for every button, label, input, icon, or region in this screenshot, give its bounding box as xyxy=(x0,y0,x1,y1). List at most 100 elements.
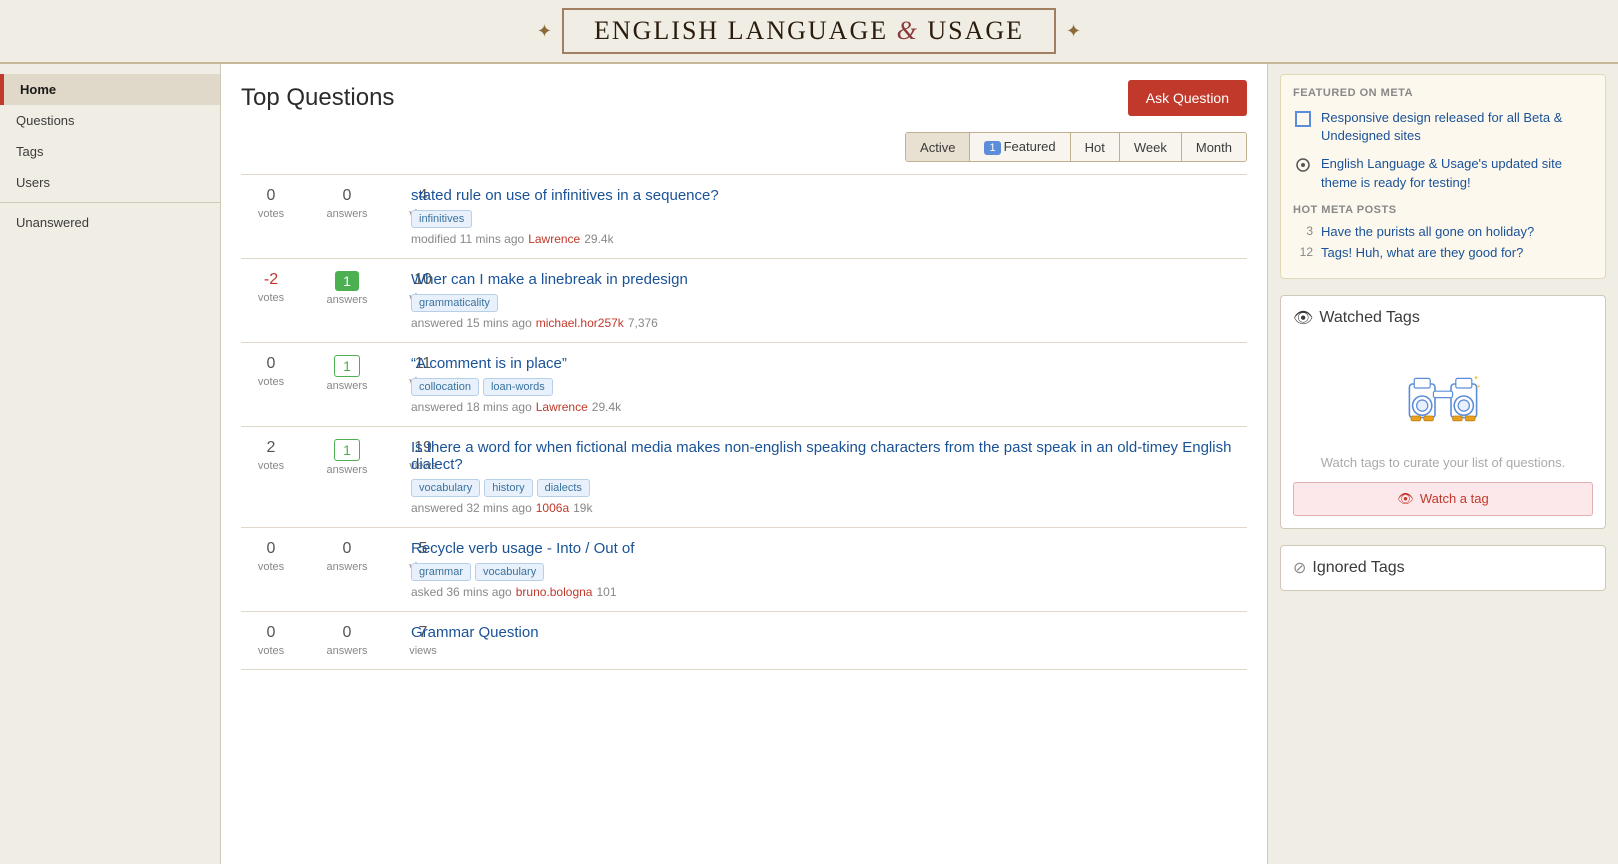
question-item: 0 votes 1 answers 11 views “A comment is… xyxy=(241,343,1247,427)
tab-hot[interactable]: Hot xyxy=(1071,133,1120,161)
user-rep: 7,376 xyxy=(628,316,658,330)
answers-label: answers xyxy=(327,294,368,306)
answer-count: 0 xyxy=(317,540,377,558)
question-body: Recycle verb usage - Into / Out of gramm… xyxy=(411,540,1247,599)
logo-ampersand: & xyxy=(897,16,928,45)
question-title[interactable]: stated rule on use of infinitives in a s… xyxy=(411,187,1247,204)
eye-icon: 👁 xyxy=(1293,308,1313,328)
question-body: Grammar Question xyxy=(411,624,1247,647)
sidebar-item-questions[interactable]: Questions xyxy=(0,105,220,136)
tab-month[interactable]: Month xyxy=(1182,133,1246,161)
question-stats-row: 0 votes 0 answers 4 views xyxy=(241,187,411,220)
question-user[interactable]: 1006a xyxy=(536,501,569,515)
question-user[interactable]: bruno.bologna xyxy=(516,585,593,599)
question-tag[interactable]: grammaticality xyxy=(411,294,498,312)
meta-text-1[interactable]: Responsive design released for all Beta … xyxy=(1321,109,1593,145)
question-item: 0 votes 0 answers 5 views Recycle verb u… xyxy=(241,528,1247,612)
question-meta-text: asked 36 mins ago xyxy=(411,585,512,599)
hot-meta-text-1[interactable]: Have the purists all gone on holiday? xyxy=(1321,224,1534,239)
question-meta: answered 15 mins ago michael.hor257k 7,3… xyxy=(411,316,1247,330)
hot-meta-item-1: 3 Have the purists all gone on holiday? xyxy=(1293,224,1593,239)
site-logo[interactable]: ENGLISH LANGUAGE & USAGE xyxy=(562,8,1056,54)
question-tag[interactable]: loan-words xyxy=(483,378,553,396)
answers-label: answers xyxy=(327,561,368,573)
meta-text-2[interactable]: English Language & Usage's updated site … xyxy=(1321,155,1593,191)
question-item: 0 votes 0 answers 4 views stated rule on… xyxy=(241,175,1247,259)
vote-count: 0 xyxy=(241,540,301,558)
answers-block: 0 answers xyxy=(317,540,377,573)
main-layout: Home Questions Tags Users Unanswered Top… xyxy=(0,64,1618,864)
question-tag[interactable]: history xyxy=(484,479,532,497)
ornament-icon xyxy=(1293,155,1313,175)
question-tag[interactable]: vocabulary xyxy=(411,479,480,497)
hot-meta-text-2[interactable]: Tags! Huh, what are they good for? xyxy=(1321,245,1523,260)
tags-row: collocationloan-words xyxy=(411,378,1247,396)
answers-block: 0 answers xyxy=(317,624,377,657)
question-meta: asked 36 mins ago bruno.bologna 101 xyxy=(411,585,1247,599)
answers-block: 1 answers xyxy=(317,355,377,392)
vote-count: 0 xyxy=(241,187,301,205)
question-body: Wher can I make a linebreak in predesign… xyxy=(411,271,1247,330)
sidebar-item-unanswered[interactable]: Unanswered xyxy=(0,207,220,238)
question-title[interactable]: Grammar Question xyxy=(411,624,1247,641)
votes-block: 0 votes xyxy=(241,187,301,220)
question-body: Is there a word for when fictional media… xyxy=(411,439,1247,515)
watch-tag-button[interactable]: 👁 Watch a tag xyxy=(1293,482,1593,516)
question-tag[interactable]: infinitives xyxy=(411,210,472,228)
page-title: Top Questions xyxy=(241,84,394,112)
answer-count: 0 xyxy=(317,187,377,205)
question-stats-row: 0 votes 0 answers 5 views xyxy=(241,540,411,573)
logo-part2: USAGE xyxy=(927,16,1024,45)
question-body: stated rule on use of infinitives in a s… xyxy=(411,187,1247,246)
tags-row: infinitives xyxy=(411,210,1247,228)
question-tag[interactable]: collocation xyxy=(411,378,479,396)
sidebar-item-users[interactable]: Users xyxy=(0,167,220,198)
question-tag[interactable]: dialects xyxy=(537,479,590,497)
answer-count: 1 xyxy=(335,271,359,291)
question-stats-row: 0 votes 1 answers 11 views xyxy=(241,355,411,392)
user-rep: 29.4k xyxy=(592,400,621,414)
question-meta: modified 11 mins ago Lawrence 29.4k xyxy=(411,232,1247,246)
watch-tag-eye-icon: 👁 xyxy=(1397,491,1414,507)
answers-block: 1 answers xyxy=(317,271,377,306)
tab-week[interactable]: Week xyxy=(1120,133,1182,161)
question-item: -2 votes 1 answers 10 views Wher can I m… xyxy=(241,259,1247,343)
featured-meta-title: FEATURED ON META xyxy=(1293,87,1593,99)
watch-tags-text: Watch tags to curate your list of questi… xyxy=(1293,455,1593,470)
ask-question-button[interactable]: Ask Question xyxy=(1128,80,1247,116)
main-content: Top Questions Ask Question Active 1Featu… xyxy=(220,64,1268,864)
question-meta: answered 32 mins ago 1006a 19k xyxy=(411,501,1247,515)
question-meta-text: modified 11 mins ago xyxy=(411,232,524,246)
ignored-tags-box: ⊘ Ignored Tags xyxy=(1280,545,1606,591)
question-title[interactable]: Is there a word for when fictional media… xyxy=(411,439,1247,473)
logo-text: ENGLISH LANGUAGE & USAGE xyxy=(594,16,1024,46)
answers-block: 1 answers xyxy=(317,439,377,476)
question-title[interactable]: Wher can I make a linebreak in predesign xyxy=(411,271,1247,288)
question-item: 2 votes 1 answers 19 views Is there a wo… xyxy=(241,427,1247,528)
tab-featured[interactable]: 1Featured xyxy=(970,133,1070,161)
sidebar: Home Questions Tags Users Unanswered xyxy=(0,64,220,864)
tab-active[interactable]: Active xyxy=(906,133,970,161)
user-rep: 101 xyxy=(596,585,616,599)
votes-block: 0 votes xyxy=(241,540,301,573)
site-header: ✦ ENGLISH LANGUAGE & USAGE ✦ xyxy=(0,0,1618,64)
votes-label: votes xyxy=(258,460,284,472)
question-user[interactable]: Lawrence xyxy=(528,232,580,246)
hot-meta-num-1: 3 xyxy=(1293,224,1313,238)
question-tag[interactable]: vocabulary xyxy=(475,563,544,581)
binoculars-illustration: ✦ ✦ xyxy=(1293,340,1593,455)
question-user[interactable]: michael.hor257k xyxy=(536,316,624,330)
square-icon xyxy=(1293,109,1313,129)
meta-item-1: Responsive design released for all Beta … xyxy=(1293,109,1593,145)
question-title[interactable]: “A comment is in place” xyxy=(411,355,1247,372)
sidebar-item-home[interactable]: Home xyxy=(0,74,220,105)
question-title[interactable]: Recycle verb usage - Into / Out of xyxy=(411,540,1247,557)
votes-block: 2 votes xyxy=(241,439,301,472)
hot-meta-num-2: 12 xyxy=(1293,245,1313,259)
question-stats-row: 2 votes 1 answers 19 views xyxy=(241,439,411,476)
question-tag[interactable]: grammar xyxy=(411,563,471,581)
meta-item-2: English Language & Usage's updated site … xyxy=(1293,155,1593,191)
votes-label: votes xyxy=(258,561,284,573)
sidebar-item-tags[interactable]: Tags xyxy=(0,136,220,167)
question-user[interactable]: Lawrence xyxy=(536,400,588,414)
